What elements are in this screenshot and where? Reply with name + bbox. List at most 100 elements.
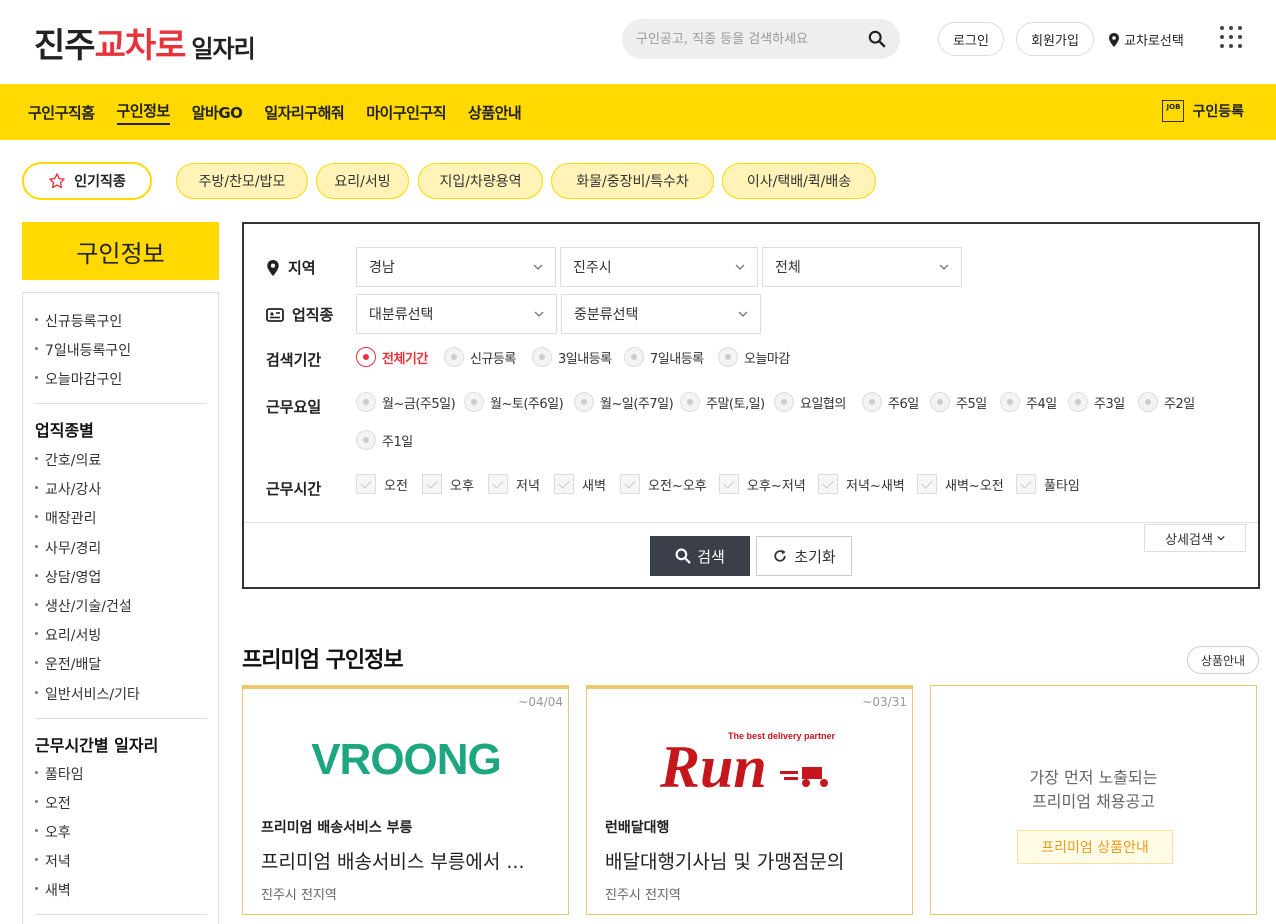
job-register-button[interactable]: JOB 구인등록 xyxy=(1162,100,1244,122)
sidebar-item[interactable]: 풀타임 xyxy=(35,764,84,784)
workday-radio[interactable]: 주1일 xyxy=(356,430,413,450)
sidebar-item[interactable]: 운전/배달 xyxy=(35,654,101,674)
radio-button[interactable] xyxy=(356,392,376,412)
login-button[interactable]: 로그인 xyxy=(938,22,1004,56)
radio-button[interactable] xyxy=(532,347,552,367)
worktime-checkbox[interactable]: 오전 xyxy=(356,474,408,494)
all-menu-icon[interactable] xyxy=(1220,26,1242,48)
nav-item-my-page[interactable]: 마이구인구직 xyxy=(366,84,446,140)
radio-button[interactable] xyxy=(1138,392,1158,412)
popular-chip[interactable]: 화물/중장비/특수차 xyxy=(551,163,714,199)
worktime-checkbox[interactable]: 저녁 xyxy=(488,474,540,494)
workday-radio[interactable]: 주3일 xyxy=(1068,392,1125,412)
worktime-checkbox[interactable]: 새벽 xyxy=(554,474,606,494)
reset-button[interactable]: 초기화 xyxy=(756,536,852,576)
detail-search-button[interactable]: 상세검색 xyxy=(1144,524,1246,552)
radio-button[interactable] xyxy=(1068,392,1088,412)
period-radio-all[interactable]: 전체기간 xyxy=(356,347,428,367)
search-input[interactable] xyxy=(636,19,864,59)
sidebar-item[interactable]: 교사/강사 xyxy=(35,479,101,499)
sidebar-item[interactable]: 새벽 xyxy=(35,880,71,900)
checkbox[interactable] xyxy=(356,474,376,494)
radio-button[interactable] xyxy=(356,347,376,367)
radio-button[interactable] xyxy=(680,392,700,412)
popular-chip[interactable]: 지입/차량용역 xyxy=(418,163,543,199)
worktime-checkbox[interactable]: 오후~저녁 xyxy=(719,474,806,494)
radio-button[interactable] xyxy=(624,347,644,367)
workday-radio[interactable]: 월~금(주5일) xyxy=(356,392,456,412)
nav-item-job-info[interactable]: 구인정보 xyxy=(116,84,170,140)
search-icon[interactable] xyxy=(868,30,886,48)
worktime-checkbox[interactable]: 새벽~오전 xyxy=(917,474,1004,494)
premium-job-card[interactable]: ~04/04 VROONG 프리미엄 배송서비스 부릉 프리미엄 배송서비스 부… xyxy=(242,685,569,915)
checkbox[interactable] xyxy=(620,474,640,494)
worktime-checkbox[interactable]: 풀타임 xyxy=(1016,474,1080,494)
nav-item-products[interactable]: 상품안내 xyxy=(468,84,522,140)
sidebar-item[interactable]: 간호/의료 xyxy=(35,450,101,470)
checkbox[interactable] xyxy=(719,474,739,494)
worktime-checkbox[interactable]: 저녁~새벽 xyxy=(818,474,905,494)
sidebar-item[interactable]: 저녁 xyxy=(35,851,71,871)
nav-item-home[interactable]: 구인구직홈 xyxy=(28,84,95,140)
sidebar-item[interactable]: 매장관리 xyxy=(35,508,97,528)
period-radio-3days[interactable]: 3일내등록 xyxy=(532,347,612,367)
workday-radio[interactable]: 요일협의 xyxy=(774,392,846,412)
radio-button[interactable] xyxy=(718,347,738,367)
sidebar-item[interactable]: 일반서비스/기타 xyxy=(35,684,140,704)
workday-radio[interactable]: 주2일 xyxy=(1138,392,1195,412)
district-select[interactable]: 전체 xyxy=(762,247,962,287)
popular-chip[interactable]: 주방/찬모/밥모 xyxy=(176,163,308,199)
period-radio-7days[interactable]: 7일내등록 xyxy=(624,347,704,367)
checkbox[interactable] xyxy=(554,474,574,494)
checkbox[interactable] xyxy=(422,474,442,494)
sidebar-item[interactable]: 사무/경리 xyxy=(35,538,101,558)
radio-button[interactable] xyxy=(862,392,882,412)
product-info-button[interactable]: 상품안내 xyxy=(1187,646,1259,674)
region-select-button[interactable]: 교차로선택 xyxy=(1108,30,1184,49)
minor-category-select[interactable]: 중분류선택 xyxy=(561,294,761,334)
sidebar-item[interactable]: 오후 xyxy=(35,822,71,842)
signup-button[interactable]: 회원가입 xyxy=(1016,22,1094,56)
search-button[interactable]: 검색 xyxy=(650,536,750,576)
radio-button[interactable] xyxy=(930,392,950,412)
nav-item-find-job[interactable]: 일자리구해줘 xyxy=(264,84,344,140)
period-radio-today[interactable]: 오늘마감 xyxy=(718,347,790,367)
nav-item-albago[interactable]: 알바GO xyxy=(192,84,243,140)
radio-button[interactable] xyxy=(1000,392,1020,412)
period-radio-new[interactable]: 신규등록 xyxy=(444,347,516,367)
sidebar-item[interactable]: 생산/기술/건설 xyxy=(35,596,132,616)
popular-jobs-button[interactable]: 인기직종 xyxy=(22,162,152,200)
city-select[interactable]: 진주시 xyxy=(560,247,758,287)
radio-button[interactable] xyxy=(444,347,464,367)
radio-button[interactable] xyxy=(356,430,376,450)
sidebar-item[interactable]: 오늘마감구인 xyxy=(35,369,122,389)
worktime-checkbox[interactable]: 오후 xyxy=(422,474,474,494)
chevron-down-icon xyxy=(738,311,748,317)
major-category-select[interactable]: 대분류선택 xyxy=(356,294,557,334)
site-logo[interactable]: 진주 교차로 일자리 xyxy=(34,18,256,66)
sidebar-item[interactable]: 신규등록구인 xyxy=(35,311,122,331)
premium-product-info-button[interactable]: 프리미엄 상품안내 xyxy=(1017,830,1173,864)
sidebar-item[interactable]: 오전 xyxy=(35,793,71,813)
checkbox[interactable] xyxy=(917,474,937,494)
radio-button[interactable] xyxy=(464,392,484,412)
sidebar-item[interactable]: 요리/서빙 xyxy=(35,625,101,645)
sidebar-item[interactable]: 7일내등록구인 xyxy=(35,340,131,360)
workday-radio[interactable]: 주6일 xyxy=(862,392,919,412)
popular-chip[interactable]: 요리/서빙 xyxy=(316,163,409,199)
checkbox[interactable] xyxy=(488,474,508,494)
sidebar-item[interactable]: 상담/영업 xyxy=(35,567,101,587)
radio-button[interactable] xyxy=(774,392,794,412)
popular-chip[interactable]: 이사/택배/퀵/배송 xyxy=(722,163,876,199)
workday-radio[interactable]: 주4일 xyxy=(1000,392,1057,412)
province-select[interactable]: 경남 xyxy=(356,247,556,287)
workday-radio[interactable]: 월~일(주7일) xyxy=(574,392,674,412)
workday-radio[interactable]: 주5일 xyxy=(930,392,987,412)
premium-job-card[interactable]: ~03/31 The best delivery partner Run 런배달… xyxy=(586,685,913,915)
workday-radio[interactable]: 주말(토,일) xyxy=(680,392,765,412)
checkbox[interactable] xyxy=(818,474,838,494)
worktime-checkbox[interactable]: 오전~오후 xyxy=(620,474,707,494)
radio-button[interactable] xyxy=(574,392,594,412)
workday-radio[interactable]: 월~토(주6일) xyxy=(464,392,564,412)
checkbox[interactable] xyxy=(1016,474,1036,494)
